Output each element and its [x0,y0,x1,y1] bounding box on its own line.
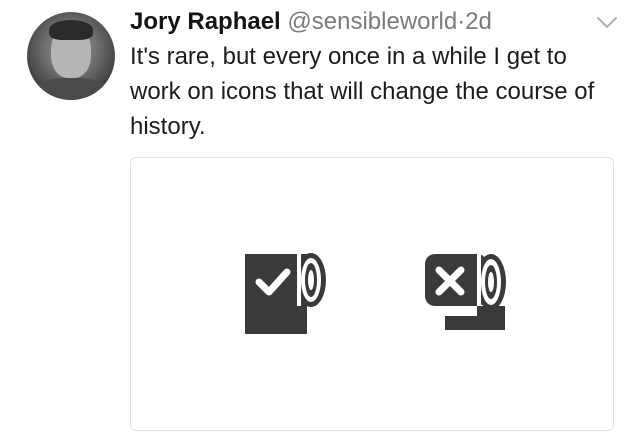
avatar-hair [49,20,93,40]
toilet-paper-checkmark-icon [245,253,326,334]
meta-separator: · [457,8,466,35]
tweet-header: Jory Raphael @sensibleworld·2d [130,7,492,37]
media-card[interactable] [130,157,614,431]
avatar-shoulders [33,78,109,100]
tweet-timestamp[interactable]: 2d [465,8,492,35]
avatar[interactable] [27,12,115,100]
author-handle[interactable]: @sensibleworld [287,8,457,35]
toilet-paper-x-icon [425,254,506,330]
tweet-text: It's rare, but every once in a while I g… [130,43,595,140]
author-name[interactable]: Jory Raphael [130,8,281,35]
chevron-down-icon[interactable] [596,14,618,30]
